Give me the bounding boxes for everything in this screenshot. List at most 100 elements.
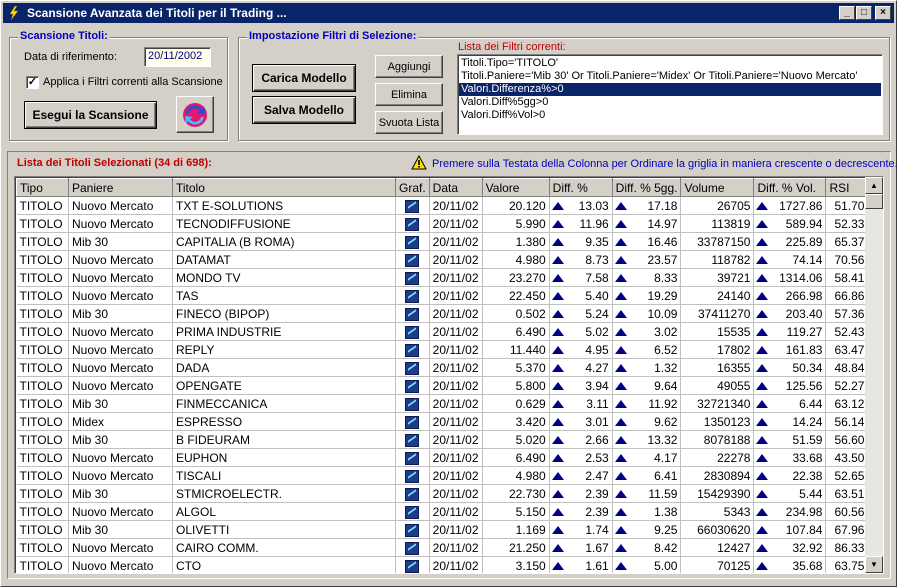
chart-icon[interactable] [405, 433, 420, 447]
table-row[interactable]: TITOLO Nuovo Mercato DADA 20/11/02 5.370 4.27… [16, 358, 869, 377]
filter-item[interactable]: Titoli.Paniere='Mib 30' Or Titoli.Panier… [459, 70, 881, 83]
chart-icon[interactable] [405, 217, 420, 231]
scroll-up-arrow-icon[interactable]: ▲ [865, 177, 883, 194]
chart-icon[interactable] [405, 505, 420, 519]
column-header[interactable]: Valore [481, 178, 550, 197]
chart-cell[interactable] [395, 538, 430, 557]
close-button[interactable]: × [875, 6, 891, 20]
delete-filter-button[interactable]: Elimina [375, 83, 443, 106]
table-row[interactable]: TITOLO Mib 30 FINMECCANICA 20/11/02 0.629 3.1… [16, 394, 869, 413]
apply-filters-checkbox[interactable]: ✓ [26, 76, 39, 89]
clear-filters-button[interactable]: Svuota Lista [375, 111, 443, 134]
chart-cell[interactable] [395, 304, 430, 323]
table-row[interactable]: TITOLO Nuovo Mercato ALGOL 20/11/02 5.150 2.3… [16, 502, 869, 521]
chart-cell[interactable] [395, 484, 430, 503]
chart-icon[interactable] [405, 271, 420, 285]
table-row[interactable]: TITOLO Nuovo Mercato TECNODIFFUSIONE 20/11/… [16, 214, 869, 233]
column-header[interactable]: Tipo [16, 178, 69, 197]
grid-scrollbar[interactable]: ▲ ▼ [865, 177, 883, 573]
table-row[interactable]: TITOLO Nuovo Mercato MONDO TV 20/11/02 23.27… [16, 268, 869, 287]
column-header[interactable]: Titolo [172, 178, 396, 197]
chart-cell[interactable] [395, 340, 430, 359]
table-row[interactable]: TITOLO Midex ESPRESSO 20/11/02 3.420 3.01 9.62… [16, 412, 869, 431]
chart-cell[interactable] [395, 556, 430, 573]
maximize-button[interactable]: □ [856, 6, 872, 20]
chart-cell[interactable] [395, 214, 430, 233]
chart-cell[interactable] [395, 502, 430, 521]
table-row[interactable]: TITOLO Mib 30 CAPITALIA (B ROMA) 20/11/02 1.… [16, 232, 869, 251]
chart-icon[interactable] [405, 199, 420, 213]
column-header[interactable]: Paniere [68, 178, 173, 197]
scroll-thumb[interactable] [865, 194, 883, 209]
table-row[interactable]: TITOLO Nuovo Mercato CAIRO COMM. 20/11/02 21… [16, 538, 869, 557]
table-row[interactable]: TITOLO Mib 30 OLIVETTI 20/11/02 1.169 1.74 9.2… [16, 520, 869, 539]
chart-cell[interactable] [395, 286, 430, 305]
filter-item[interactable]: Valori.Diff%5gg>0 [459, 96, 881, 109]
chart-cell[interactable] [395, 412, 430, 431]
minimize-button[interactable]: _ [839, 6, 855, 20]
column-header[interactable]: Diff. % Vol. [753, 178, 827, 197]
table-row[interactable]: TITOLO Nuovo Mercato TXT E-SOLUTIONS 20/11/… [16, 196, 869, 215]
chart-icon[interactable] [405, 559, 420, 573]
table-row[interactable]: TITOLO Nuovo Mercato EUPHON 20/11/02 6.490 2.… [16, 448, 869, 467]
chart-icon[interactable] [405, 523, 420, 537]
table-row[interactable]: TITOLO Mib 30 B FIDEURAM 20/11/02 5.020 2.66 1… [16, 430, 869, 449]
chart-icon[interactable] [405, 253, 420, 267]
save-model-button[interactable]: Salva Modello [252, 96, 356, 124]
chart-cell[interactable] [395, 466, 430, 485]
chart-icon[interactable] [405, 361, 420, 375]
chart-icon[interactable] [405, 451, 420, 465]
column-header[interactable]: Diff. % [548, 178, 613, 197]
load-model-button[interactable]: Carica Modello [252, 64, 356, 92]
table-row[interactable]: TITOLO Mib 30 FINECO (BIPOP) 20/11/02 0.502 5… [16, 304, 869, 323]
table-row[interactable]: TITOLO Nuovo Mercato PRIMA INDUSTRIE 20/11/… [16, 322, 869, 341]
table-row[interactable]: TITOLO Nuovo Mercato DATAMAT 20/11/02 4.980 8… [16, 250, 869, 269]
chart-icon[interactable] [405, 487, 420, 501]
chart-cell[interactable] [395, 232, 430, 251]
chart-cell[interactable] [395, 376, 430, 395]
chart-cell[interactable] [395, 250, 430, 269]
chart-cell[interactable] [395, 520, 430, 539]
chart-cell[interactable] [395, 430, 430, 449]
chart-cell[interactable] [395, 448, 430, 467]
title-bar[interactable]: Scansione Avanzata dei Titoli per il Tra… [3, 3, 894, 23]
scroll-down-arrow-icon[interactable]: ▼ [865, 556, 883, 573]
filter-item[interactable]: Valori.Diff%Vol>0 [459, 109, 881, 122]
table-row[interactable]: TITOLO Nuovo Mercato REPLY 20/11/02 11.440 4.… [16, 340, 869, 359]
column-header[interactable]: Graf. [395, 178, 430, 197]
column-header[interactable]: RSI [825, 178, 869, 197]
chart-cell[interactable] [395, 196, 430, 215]
chart-cell[interactable] [395, 394, 430, 413]
table-row[interactable]: TITOLO Nuovo Mercato CTO 20/11/02 3.150 1.61 5… [16, 556, 869, 573]
chart-icon[interactable] [405, 541, 420, 555]
table-cell: 20/11/02 [429, 196, 483, 215]
column-header[interactable]: Diff. % 5gg. [611, 178, 682, 197]
chart-cell[interactable] [395, 358, 430, 377]
chart-icon[interactable] [405, 415, 420, 429]
chart-icon[interactable] [405, 325, 420, 339]
column-header[interactable]: Volume [680, 178, 755, 197]
chart-icon[interactable] [405, 379, 420, 393]
filter-item[interactable]: Titoli.Tipo='TITOLO' [459, 57, 881, 70]
refresh-button[interactable] [176, 96, 214, 133]
chart-icon[interactable] [405, 397, 420, 411]
chart-icon[interactable] [405, 235, 420, 249]
run-scan-button[interactable]: Esegui la Scansione [24, 101, 157, 129]
results-grid[interactable]: Tipo Paniere Titolo Graf. Data Valore Diff. % D… [14, 176, 884, 574]
chart-icon[interactable] [405, 307, 420, 321]
chart-icon[interactable] [405, 469, 420, 483]
chart-cell[interactable] [395, 322, 430, 341]
filter-item[interactable]: Valori.Differenza%>0 [459, 83, 881, 96]
chart-icon[interactable] [405, 289, 420, 303]
table-row[interactable]: TITOLO Nuovo Mercato OPENGATE 20/11/02 5.800… [16, 376, 869, 395]
column-header[interactable]: Data [428, 178, 483, 197]
table-row[interactable]: TITOLO Nuovo Mercato TAS 20/11/02 22.450 5.40… [16, 286, 869, 305]
table-row[interactable]: TITOLO Mib 30 STMICROELECTR. 20/11/02 22.730… [16, 484, 869, 503]
chart-icon[interactable] [405, 343, 420, 357]
filters-list[interactable]: Titoli.Tipo='TITOLO' Titoli.Paniere='Mib … [457, 54, 883, 135]
chart-cell[interactable] [395, 268, 430, 287]
add-filter-button[interactable]: Aggiungi [375, 55, 443, 78]
date-field[interactable]: 20/11/2002 [144, 47, 211, 67]
cell-value: 1.61 [585, 558, 609, 573]
table-row[interactable]: TITOLO Nuovo Mercato TISCALI 20/11/02 4.980 2… [16, 466, 869, 485]
